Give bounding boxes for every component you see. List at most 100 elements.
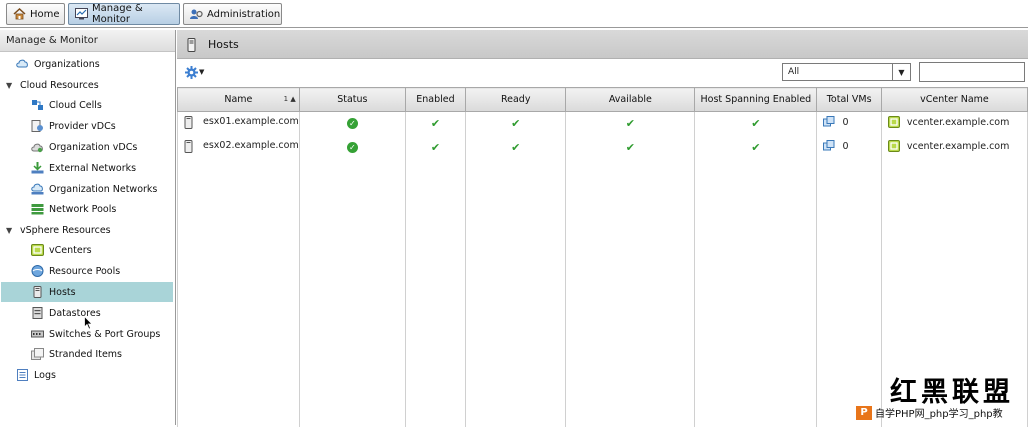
tab-manage-monitor-label: Manage & Monitor bbox=[92, 3, 143, 25]
cloud-cells-icon bbox=[31, 99, 44, 111]
actions-menu-button[interactable]: ▼ bbox=[185, 66, 205, 79]
sidebar-item-vcenters[interactable]: vCenters bbox=[31, 240, 92, 260]
column-header-vcenter-name[interactable]: vCenter Name bbox=[880, 87, 1028, 112]
organization-network-icon bbox=[31, 183, 44, 195]
collapse-triangle-icon[interactable]: ▼ bbox=[6, 81, 14, 90]
total-vms-value: 0 bbox=[842, 140, 849, 152]
switch-icon bbox=[31, 328, 44, 340]
datastore-icon bbox=[31, 307, 44, 319]
sort-order: 1 bbox=[283, 95, 289, 103]
vcenter-name-cell[interactable]: vcenter.example.com bbox=[880, 111, 1028, 136]
watermark-subtitle-text: 自学PHP网_php学习_php教 bbox=[875, 409, 1003, 420]
vcenter-icon bbox=[887, 140, 901, 152]
sidebar: Manage & Monitor Organizations ▼ Cloud R… bbox=[0, 30, 176, 425]
sidebar-item-label: Switches & Port Groups bbox=[49, 328, 161, 340]
sidebar-header: Manage & Monitor bbox=[0, 30, 175, 52]
network-pool-icon bbox=[31, 203, 44, 215]
tab-manage-monitor[interactable]: Manage & Monitor bbox=[68, 3, 180, 25]
search-input[interactable] bbox=[919, 62, 1025, 82]
home-icon bbox=[13, 7, 26, 20]
main-panel: Hosts ▼ All ▼ Name 1 ▲ Status Enabled Rea… bbox=[177, 30, 1028, 427]
sidebar-item-label: Cloud Cells bbox=[49, 99, 102, 111]
sidebar-item-label: Organizations bbox=[34, 58, 100, 70]
host-spanning-cell: ✔ bbox=[694, 111, 818, 136]
host-name-cell[interactable]: esx01.example.com bbox=[177, 111, 300, 136]
page-header: Hosts bbox=[177, 30, 1028, 59]
sidebar-item-label: vCenters bbox=[49, 244, 92, 256]
vcenter-name: vcenter.example.com bbox=[906, 140, 1010, 152]
stranded-items-icon bbox=[31, 348, 44, 360]
sidebar-item-stranded-items[interactable]: Stranded Items bbox=[31, 344, 122, 364]
gear-icon bbox=[185, 66, 198, 79]
sort-ascending-icon: 1 ▲ bbox=[283, 95, 296, 103]
sidebar-item-label: Organization vDCs bbox=[49, 141, 138, 153]
sidebar-item-logs[interactable]: Logs bbox=[16, 365, 56, 385]
check-icon: ✔ bbox=[625, 141, 635, 154]
collapse-triangle-icon[interactable]: ▼ bbox=[6, 226, 14, 235]
tab-administration-label: Administration bbox=[207, 8, 281, 20]
host-icon bbox=[184, 139, 197, 153]
status-cell: ✓ bbox=[298, 135, 407, 160]
check-icon: ✔ bbox=[625, 117, 635, 131]
vcenter-name: vcenter.example.com bbox=[906, 116, 1010, 128]
column-header-host-spanning[interactable]: Host Spanning Enabled bbox=[694, 87, 818, 112]
check-icon: ✔ bbox=[511, 117, 521, 131]
top-tab-bar: Home Manage & Monitor Administration bbox=[0, 0, 1028, 28]
total-vms-value: 0 bbox=[842, 116, 849, 128]
watermark-logo: 红黑联盟 bbox=[890, 370, 1014, 409]
host-spanning-cell: ✔ bbox=[694, 135, 818, 160]
table-row[interactable]: esx02.example.com ✓ ✔ ✔ ✔ ✔ 0 vcenter.ex… bbox=[177, 135, 1028, 160]
monitor-icon bbox=[75, 8, 88, 20]
page-title: Hosts bbox=[208, 37, 239, 51]
sidebar-item-cloud-cells[interactable]: Cloud Cells bbox=[31, 95, 102, 115]
column-header-status[interactable]: Status bbox=[298, 87, 407, 112]
tab-home[interactable]: Home bbox=[6, 3, 65, 25]
provider-vdc-icon bbox=[31, 120, 44, 132]
sidebar-item-organizations[interactable]: Organizations bbox=[16, 54, 100, 74]
sidebar-item-switches-port-groups[interactable]: Switches & Port Groups bbox=[31, 324, 160, 344]
watermark-title: 红黑联盟 bbox=[890, 377, 1014, 408]
sidebar-group-vsphere-resources[interactable]: ▼ vSphere Resources bbox=[6, 220, 111, 240]
tab-administration[interactable]: Administration bbox=[183, 3, 282, 25]
vcenter-name-cell[interactable]: vcenter.example.com bbox=[880, 135, 1028, 160]
sidebar-item-organization-vdcs[interactable]: Organization vDCs bbox=[31, 137, 137, 157]
column-header-available[interactable]: Available bbox=[565, 87, 696, 112]
table-row[interactable]: esx01.example.com ✓ ✔ ✔ ✔ ✔ 0 vcenter.ex… bbox=[177, 111, 1028, 136]
sidebar-item-external-networks[interactable]: External Networks bbox=[31, 158, 136, 178]
resource-pool-icon bbox=[31, 265, 44, 277]
host-icon bbox=[184, 115, 197, 129]
php-logo-icon: P bbox=[856, 405, 872, 420]
host-name-cell[interactable]: esx02.example.com bbox=[177, 135, 300, 160]
check-icon: ✔ bbox=[430, 141, 441, 154]
sidebar-item-label: Organization Networks bbox=[49, 183, 158, 195]
status-cell: ✓ bbox=[298, 111, 407, 136]
sidebar-item-hosts[interactable]: Hosts bbox=[1, 282, 173, 302]
sidebar-item-provider-vdcs[interactable]: Provider vDCs bbox=[31, 116, 116, 136]
chevron-down-icon[interactable]: ▼ bbox=[892, 64, 910, 80]
available-cell: ✔ bbox=[565, 135, 696, 160]
column-header-name[interactable]: Name 1 ▲ bbox=[177, 87, 300, 112]
sidebar-item-organization-networks[interactable]: Organization Networks bbox=[31, 179, 157, 199]
status-ok-icon: ✓ bbox=[346, 118, 358, 130]
total-vms-cell: 0 bbox=[816, 135, 882, 160]
table-header-row: Name 1 ▲ Status Enabled Ready Available H… bbox=[177, 87, 1028, 112]
enabled-cell: ✔ bbox=[405, 135, 466, 160]
column-header-total-vms[interactable]: Total VMs bbox=[816, 87, 882, 112]
column-header-enabled[interactable]: Enabled bbox=[405, 87, 466, 112]
external-network-icon bbox=[31, 162, 44, 174]
vcenter-icon bbox=[31, 244, 44, 256]
sidebar-group-cloud-resources[interactable]: ▼ Cloud Resources bbox=[6, 75, 99, 95]
vcenter-icon bbox=[887, 116, 901, 129]
chevron-down-icon: ▼ bbox=[199, 68, 205, 76]
column-header-ready[interactable]: Ready bbox=[464, 87, 567, 112]
sidebar-item-network-pools[interactable]: Network Pools bbox=[31, 199, 116, 219]
sidebar-group-label: Cloud Resources bbox=[20, 79, 99, 91]
vm-icon bbox=[823, 140, 836, 152]
sidebar-item-resource-pools[interactable]: Resource Pools bbox=[31, 261, 120, 281]
cloud-icon bbox=[16, 58, 29, 70]
logs-icon bbox=[16, 369, 29, 381]
ready-cell: ✔ bbox=[464, 111, 567, 136]
sidebar-item-label: Resource Pools bbox=[49, 265, 121, 277]
host-name: esx02.example.com bbox=[203, 140, 299, 151]
ready-cell: ✔ bbox=[464, 135, 567, 160]
